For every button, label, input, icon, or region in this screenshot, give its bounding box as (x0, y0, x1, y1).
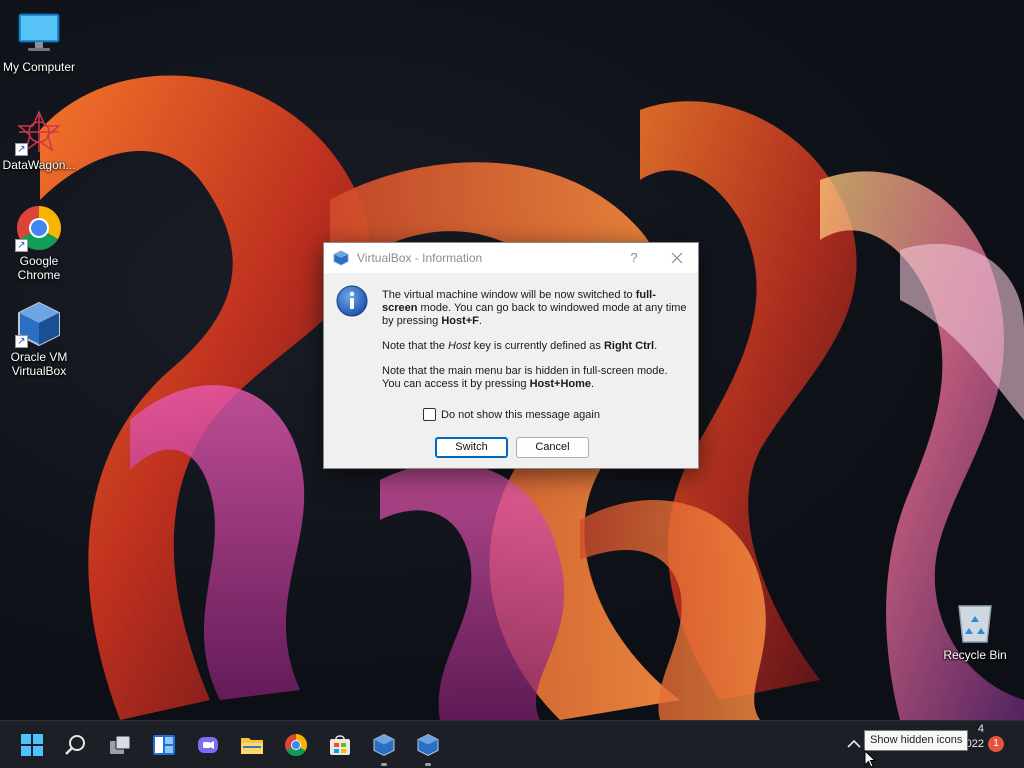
datawagon-icon: ↗ (15, 108, 63, 156)
desktop-icon-datawagon[interactable]: ↗ DataWagon... (0, 108, 78, 172)
message-paragraph-1: The virtual machine window will be now s… (382, 289, 687, 327)
mouse-pointer-icon (864, 750, 876, 768)
desktop-icon-label: Google Chrome (17, 254, 61, 282)
shortcut-arrow-icon: ↗ (15, 239, 28, 252)
desktop-icon-label: Oracle VM VirtualBox (10, 350, 68, 378)
do-not-show-again-checkbox-row[interactable]: Do not show this message again (423, 408, 600, 421)
shortcut-arrow-icon: ↗ (15, 143, 28, 156)
store-button[interactable] (325, 730, 355, 760)
file-explorer-icon (241, 738, 263, 754)
virtualbox-icon (417, 733, 439, 757)
chat-icon (198, 737, 218, 753)
show-hidden-icons-button[interactable] (845, 735, 863, 753)
dialog-body: The virtual machine window will be now s… (324, 273, 698, 458)
chrome-button[interactable] (281, 730, 311, 760)
desktop-icon-my-computer[interactable]: My Computer (0, 10, 78, 74)
store-icon (330, 735, 350, 755)
chrome-icon (285, 734, 307, 756)
checkbox-label[interactable]: Do not show this message again (441, 409, 600, 421)
help-button[interactable]: ? (622, 247, 646, 269)
close-icon (671, 252, 683, 264)
cancel-button[interactable]: Cancel (516, 437, 589, 458)
start-icon (21, 734, 43, 756)
virtualbox-vm-taskbar-button[interactable] (413, 730, 443, 766)
message-paragraph-2: Note that the Host key is currently defi… (382, 340, 658, 352)
switch-button[interactable]: Switch (435, 437, 508, 458)
chat-button[interactable] (193, 730, 223, 760)
virtualbox-icon (373, 733, 395, 757)
file-explorer-button[interactable] (237, 730, 267, 760)
start-button[interactable] (17, 730, 47, 760)
close-button[interactable] (664, 247, 690, 269)
task-view-button[interactable] (105, 730, 135, 760)
dialog-title: VirtualBox - Information (357, 251, 483, 265)
widgets-button[interactable] (149, 730, 179, 760)
information-icon (336, 285, 368, 317)
virtualbox-taskbar-button[interactable] (369, 730, 399, 766)
task-view-icon (110, 735, 131, 754)
desktop-icon-label: Recycle Bin (943, 648, 1007, 662)
chrome-icon: ↗ (15, 204, 63, 252)
show-hidden-icons-tooltip: Show hidden icons (864, 730, 969, 751)
search-button[interactable] (61, 730, 91, 760)
message-paragraph-3: Note that the main menu bar is hidden in… (382, 365, 668, 390)
notification-badge[interactable]: 1 (988, 736, 1004, 752)
desktop-icon-label: My Computer (2, 60, 76, 74)
search-icon (65, 735, 85, 755)
recycle-bin-icon (951, 598, 999, 646)
virtualbox-icon: ↗ (15, 300, 63, 348)
desktop-icon-label: DataWagon... (2, 158, 76, 172)
widgets-icon (153, 735, 175, 755)
desktop-icon-google-chrome[interactable]: ↗ Google Chrome (0, 204, 78, 282)
chevron-up-icon (847, 739, 861, 748)
virtualbox-information-dialog: VirtualBox - Information ? The virtual m… (323, 242, 699, 469)
monitor-icon (15, 10, 63, 58)
do-not-show-again-checkbox[interactable] (423, 408, 436, 421)
running-indicator (425, 763, 431, 766)
desktop-icon-recycle-bin[interactable]: Recycle Bin (936, 598, 1014, 662)
dialog-message: The virtual machine window will be now s… (382, 289, 688, 403)
shortcut-arrow-icon: ↗ (15, 335, 28, 348)
dialog-title-bar[interactable]: VirtualBox - Information ? (324, 243, 698, 273)
running-indicator (381, 763, 387, 766)
virtualbox-icon (333, 250, 349, 266)
desktop-icon-virtualbox[interactable]: ↗ Oracle VM VirtualBox (0, 300, 78, 378)
